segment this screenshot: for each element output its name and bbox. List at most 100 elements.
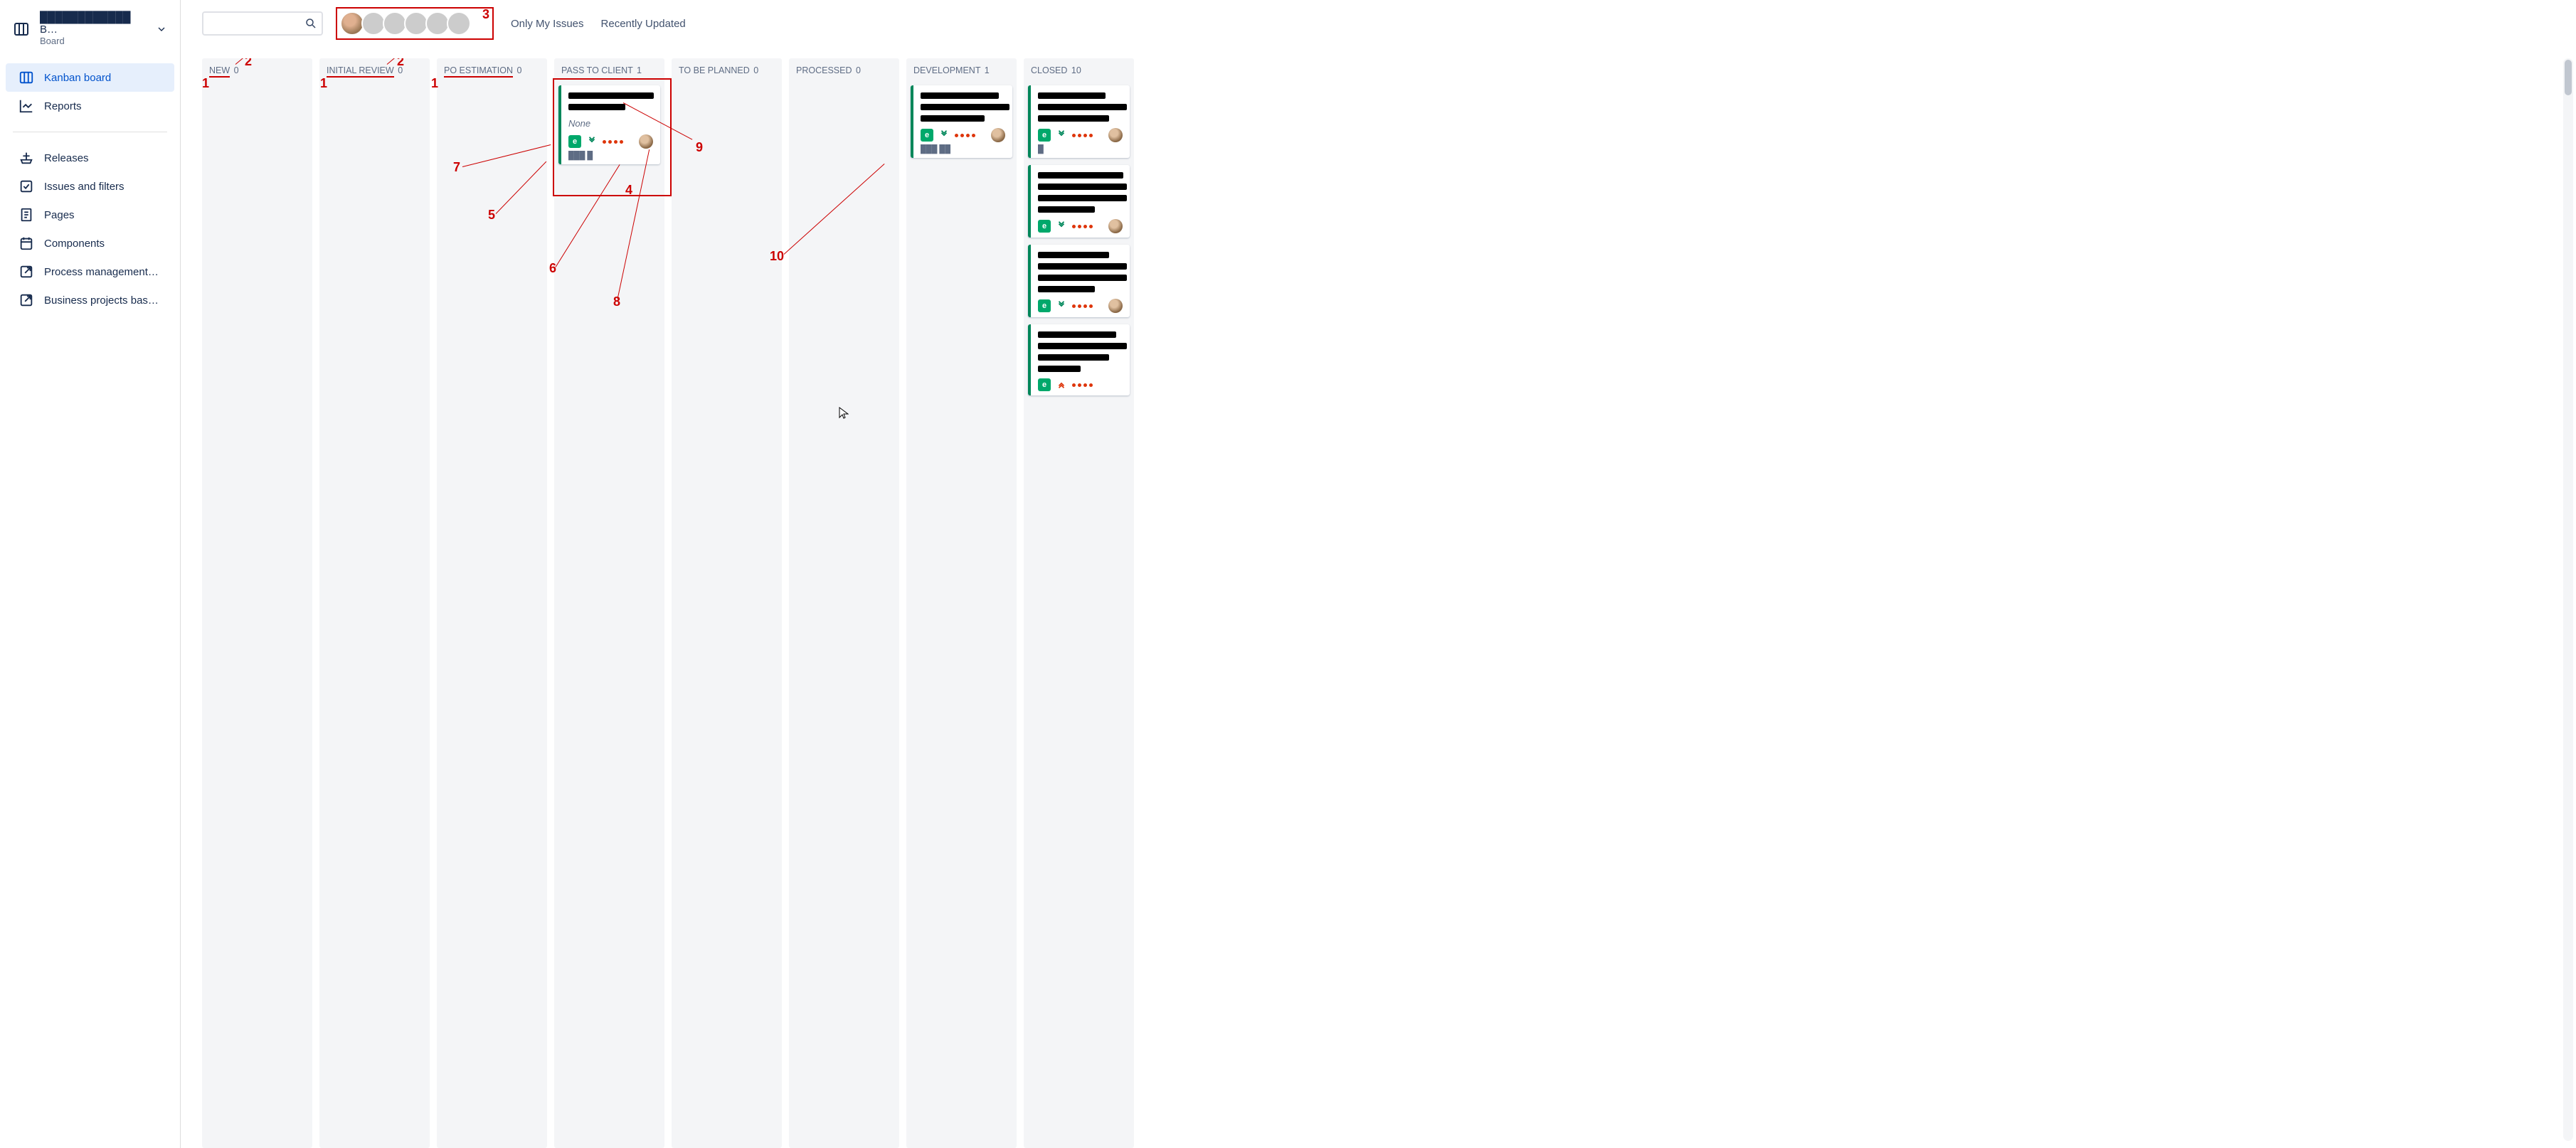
column-po-estimation: PO ESTIMATION 0 xyxy=(437,58,547,1148)
column-title: CLOSED xyxy=(1031,65,1067,75)
scrollbar[interactable] xyxy=(2563,58,2573,1141)
column-header: PROCESSED 0 xyxy=(793,65,895,78)
card-footer: e xyxy=(921,128,1005,142)
column-new: NEW 0 xyxy=(202,58,312,1148)
sidebar-item-label: Components xyxy=(44,238,105,250)
issue-card[interactable]: e xyxy=(1028,165,1130,238)
column-title: DEVELOPMENT xyxy=(913,65,980,75)
days-dots xyxy=(1072,304,1093,308)
card-key: ███ █ xyxy=(568,152,653,160)
page-icon xyxy=(18,207,34,223)
search-wrap xyxy=(202,11,323,36)
issue-type-icon: e xyxy=(1038,378,1051,391)
card-assignee-none: None xyxy=(568,118,653,129)
assignee-avatar[interactable] xyxy=(1108,219,1123,233)
sidebar-item-label: Business projects bas… xyxy=(44,294,159,307)
card-footer: e xyxy=(568,134,653,149)
sidebar-item-process-management[interactable]: Process management… xyxy=(6,257,174,286)
assignee-avatar[interactable] xyxy=(639,134,653,149)
avatar[interactable] xyxy=(425,11,450,36)
days-dots xyxy=(603,140,623,144)
avatar[interactable] xyxy=(404,11,428,36)
issue-card[interactable]: None e ███ █ xyxy=(558,85,660,164)
issue-type-icon: e xyxy=(921,129,933,142)
days-dots xyxy=(1072,225,1093,228)
card-footer: e xyxy=(1038,378,1123,391)
days-dots xyxy=(1072,383,1093,387)
column-to-be-planned: TO BE PLANNED 0 xyxy=(672,58,782,1148)
column-count: 1 xyxy=(985,65,990,75)
search-icon xyxy=(304,17,317,30)
priority-icon xyxy=(1056,220,1066,233)
reports-icon xyxy=(18,98,34,114)
issue-type-icon: e xyxy=(1038,129,1051,142)
card-key: ███ ██ xyxy=(921,145,1005,154)
sidebar-item-label: Issues and filters xyxy=(44,181,124,193)
only-my-issues-link[interactable]: Only My Issues xyxy=(511,18,584,30)
assignee-avatar[interactable] xyxy=(991,128,1005,142)
assignee-avatar[interactable] xyxy=(1108,299,1123,313)
column-header: INITIAL REVIEW 0 xyxy=(324,65,425,78)
sidebar-item-business-projects[interactable]: Business projects bas… xyxy=(6,286,174,314)
column-count: 1 xyxy=(637,65,642,75)
sidebar-item-issues-filters[interactable]: Issues and filters xyxy=(6,172,174,201)
avatar[interactable] xyxy=(447,11,471,36)
column-header: DEVELOPMENT 1 xyxy=(911,65,1012,78)
assignee-avatar[interactable] xyxy=(1108,128,1123,142)
kanban-board: NEW 0 INITIAL REVIEW 0 PO ESTIMATION 0 xyxy=(202,58,2555,1148)
sidebar-item-components[interactable]: Components xyxy=(6,229,174,257)
column-pass-to-client: PASS TO CLIENT 1 None e xyxy=(554,58,664,1148)
recently-updated-link[interactable]: Recently Updated xyxy=(601,18,686,30)
main-content: 3 Only My Issues Recently Updated NEW 0 … xyxy=(181,0,2576,1148)
avatar[interactable] xyxy=(361,11,386,36)
days-dots xyxy=(1072,134,1093,137)
days-dots xyxy=(955,134,975,137)
card-title xyxy=(1038,250,1123,296)
column-header: PASS TO CLIENT 1 xyxy=(558,65,660,78)
sidebar-item-label: Pages xyxy=(44,209,75,221)
issue-card[interactable]: e █ xyxy=(1028,85,1130,158)
column-header: CLOSED 10 xyxy=(1028,65,1130,78)
project-subtitle: Board xyxy=(40,36,146,46)
issue-type-icon: e xyxy=(568,135,581,148)
issue-card[interactable]: e ███ ██ xyxy=(911,85,1012,158)
sidebar-item-label: Releases xyxy=(44,152,89,164)
column-title: TO BE PLANNED xyxy=(679,65,750,75)
issue-type-icon: e xyxy=(1038,220,1051,233)
sidebar-item-kanban-board[interactable]: Kanban board xyxy=(6,63,174,92)
column-title: PO ESTIMATION xyxy=(444,65,513,78)
card-footer: e xyxy=(1038,299,1123,313)
issue-card[interactable]: e xyxy=(1028,324,1130,395)
column-count: 10 xyxy=(1071,65,1081,75)
column-header: NEW 0 xyxy=(206,65,308,78)
avatar[interactable] xyxy=(340,11,364,36)
external-icon xyxy=(18,264,34,280)
project-icon xyxy=(13,21,30,38)
sidebar-item-releases[interactable]: Releases xyxy=(6,144,174,172)
sidebar-item-pages[interactable]: Pages xyxy=(6,201,174,229)
priority-icon xyxy=(1056,129,1066,142)
column-title: NEW xyxy=(209,65,230,78)
sidebar-item-label: Reports xyxy=(44,100,82,112)
issue-card[interactable]: e xyxy=(1028,245,1130,317)
topbar: 3 Only My Issues Recently Updated xyxy=(202,7,2555,58)
sidebar: ████████████ B… Board Kanban board Repor… xyxy=(0,0,181,1148)
card-title xyxy=(1038,91,1123,125)
calendar-icon xyxy=(18,235,34,251)
priority-icon xyxy=(1056,379,1066,391)
sidebar-item-reports[interactable]: Reports xyxy=(6,92,174,120)
card-title xyxy=(568,91,653,114)
avatar[interactable] xyxy=(383,11,407,36)
column-initial-review: INITIAL REVIEW 0 xyxy=(319,58,430,1148)
sidebar-project-selector[interactable]: ████████████ B… Board xyxy=(0,7,180,51)
card-key: █ xyxy=(1038,145,1123,154)
priority-icon xyxy=(939,129,949,142)
column-closed: CLOSED 10 e xyxy=(1024,58,1134,1148)
column-processed: PROCESSED 0 xyxy=(789,58,899,1148)
external-icon xyxy=(18,292,34,308)
column-header: PO ESTIMATION 0 xyxy=(441,65,543,78)
board-icon xyxy=(18,70,34,85)
column-header: TO BE PLANNED 0 xyxy=(676,65,778,78)
avatar-filter xyxy=(340,11,471,36)
scrollbar-thumb[interactable] xyxy=(2565,60,2572,95)
